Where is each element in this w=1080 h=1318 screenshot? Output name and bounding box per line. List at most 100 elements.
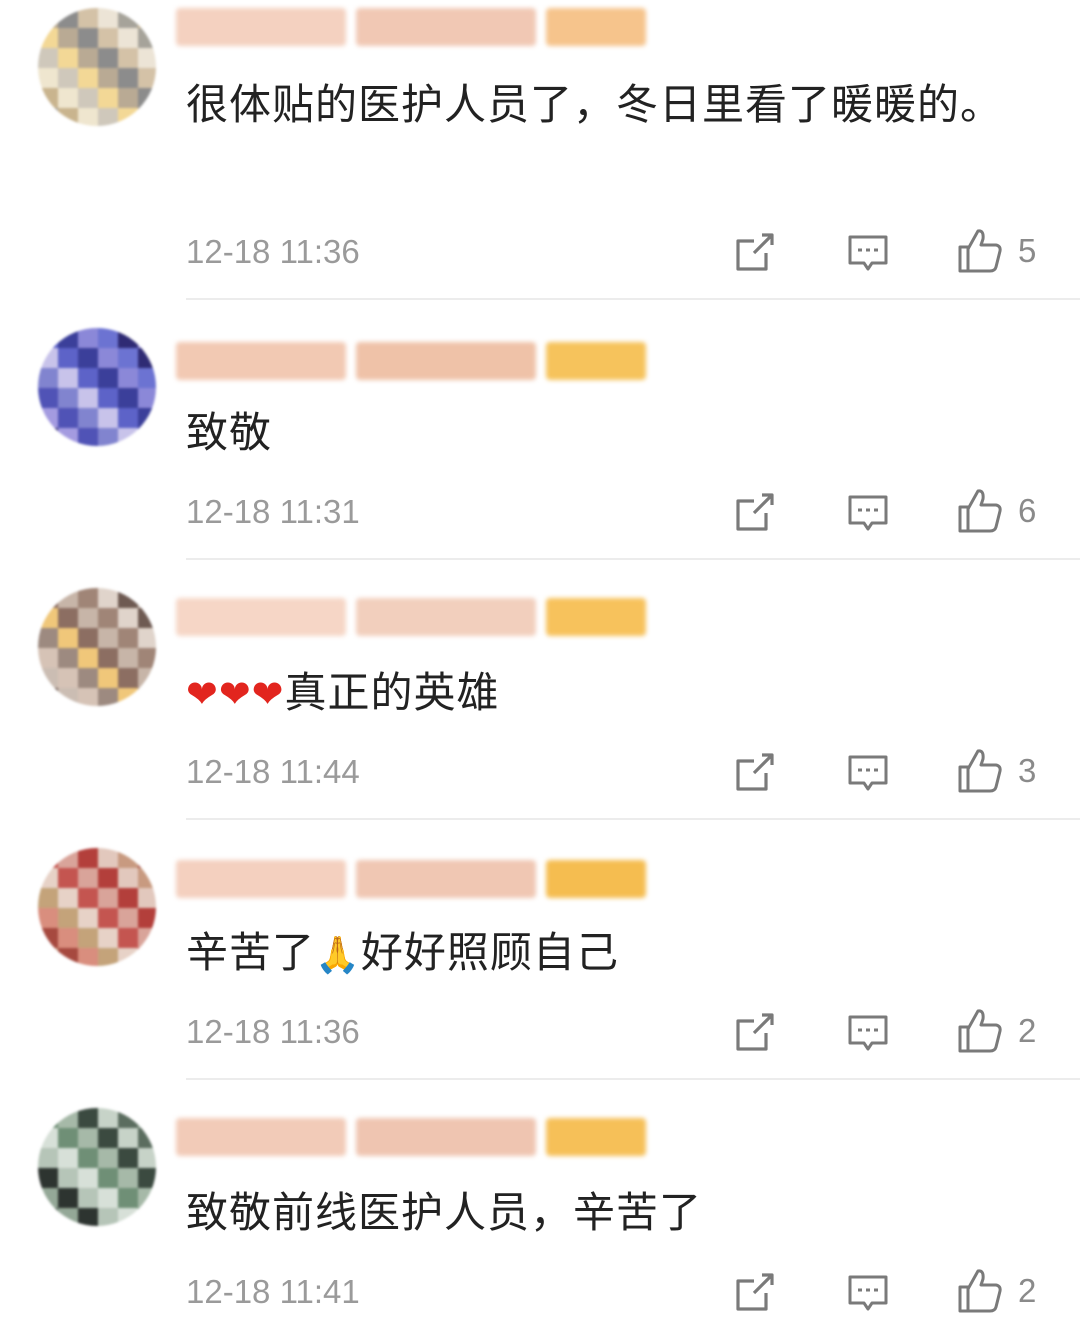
comment-icon xyxy=(846,231,890,275)
forward-button[interactable] xyxy=(732,228,776,278)
avatar-pixel xyxy=(78,848,98,868)
like-button[interactable]: 5 xyxy=(956,226,1036,276)
username-blurred[interactable] xyxy=(176,340,646,382)
avatar-pixel xyxy=(38,608,58,628)
avatar-pixel xyxy=(138,1128,156,1148)
avatar-pixel xyxy=(78,1128,98,1148)
avatar[interactable] xyxy=(38,328,156,446)
avatar-pixel xyxy=(78,888,98,908)
avatar-pixel xyxy=(118,688,138,706)
avatar-pixel xyxy=(138,428,156,446)
forward-button[interactable] xyxy=(732,1008,776,1058)
avatar-pixel xyxy=(118,948,138,966)
avatar[interactable] xyxy=(38,588,156,706)
avatar-pixel xyxy=(78,68,98,88)
avatar-pixel xyxy=(118,1188,138,1208)
avatar-pixel xyxy=(138,8,156,28)
avatar-pixel xyxy=(38,1148,58,1168)
avatar-pixel xyxy=(58,628,78,648)
reply-button[interactable] xyxy=(846,748,890,798)
avatar-pixel xyxy=(98,428,118,446)
comment-text: 辛苦了🙏好好照顾自己 xyxy=(186,920,1026,989)
avatar-pixel xyxy=(38,848,58,868)
avatar-pixel xyxy=(58,328,78,348)
comment-icon xyxy=(846,1011,890,1055)
user-badge xyxy=(546,860,646,898)
avatar-pixel xyxy=(78,688,98,706)
comment-text: 致敬 xyxy=(186,408,273,457)
like-count: 3 xyxy=(1018,752,1037,789)
divider xyxy=(186,558,1080,560)
forward-icon xyxy=(732,751,776,795)
avatar-pixel xyxy=(78,1168,98,1188)
avatar-pixel xyxy=(78,668,98,688)
like-button[interactable]: 2 xyxy=(956,1266,1036,1316)
avatar-pixel xyxy=(58,88,78,108)
avatar-pixel xyxy=(78,608,98,628)
reply-button[interactable] xyxy=(846,1268,890,1318)
avatar-pixel xyxy=(38,628,58,648)
avatar-pixel xyxy=(78,908,98,928)
reply-button[interactable] xyxy=(846,488,890,538)
forward-button[interactable] xyxy=(732,748,776,798)
username-blurred[interactable] xyxy=(176,6,646,48)
avatar-pixel xyxy=(118,608,138,628)
avatar-pixel xyxy=(98,608,118,628)
avatar-pixel xyxy=(78,868,98,888)
avatar-pixel xyxy=(58,848,78,868)
avatar-pixel xyxy=(98,848,118,868)
avatar-pixel xyxy=(98,648,118,668)
like-button[interactable]: 3 xyxy=(956,746,1036,796)
avatar-pixel xyxy=(138,348,156,368)
username-blurred[interactable] xyxy=(176,858,646,900)
avatar[interactable] xyxy=(38,8,156,126)
forward-button[interactable] xyxy=(732,1268,776,1318)
avatar-pixel xyxy=(78,1188,98,1208)
forward-button[interactable] xyxy=(732,488,776,538)
avatar-pixel xyxy=(78,48,98,68)
comment-text: 致敬前线医护人员，辛苦了 xyxy=(186,1188,703,1237)
avatar-pixel xyxy=(78,648,98,668)
avatar[interactable] xyxy=(38,848,156,966)
forward-icon xyxy=(732,1271,776,1315)
avatar-pixel xyxy=(58,108,78,126)
avatar-pixel xyxy=(98,68,118,88)
avatar-pixel xyxy=(118,1148,138,1168)
comment-time: 12-18 11:36 xyxy=(186,1013,360,1050)
pray-emoji: 🙏 xyxy=(315,935,361,976)
comment-time: 12-18 11:41 xyxy=(186,1273,360,1310)
like-button[interactable]: 2 xyxy=(956,1006,1036,1056)
avatar-pixel xyxy=(138,68,156,88)
username-blurred[interactable] xyxy=(176,1116,646,1158)
avatar-pixel xyxy=(38,88,58,108)
avatar-pixel xyxy=(138,108,156,126)
username-block xyxy=(356,8,536,46)
avatar-pixel xyxy=(138,28,156,48)
avatar-pixel xyxy=(78,8,98,28)
reply-button[interactable] xyxy=(846,228,890,278)
like-count: 2 xyxy=(1018,1272,1037,1309)
avatar-pixel xyxy=(38,408,58,428)
avatar-pixel xyxy=(38,388,58,408)
avatar[interactable] xyxy=(38,1108,156,1226)
reply-button[interactable] xyxy=(846,1008,890,1058)
avatar-pixel xyxy=(38,28,58,48)
avatar-pixel xyxy=(138,368,156,388)
avatar-pixel xyxy=(98,1188,118,1208)
avatar-pixel xyxy=(138,628,156,648)
avatar-pixel xyxy=(98,28,118,48)
comment-icon xyxy=(846,1271,890,1315)
like-count: 2 xyxy=(1018,1012,1037,1049)
like-button[interactable]: 6 xyxy=(956,486,1036,536)
avatar-pixel xyxy=(118,68,138,88)
avatar-pixel xyxy=(38,868,58,888)
avatar-pixel xyxy=(58,868,78,888)
avatar-pixel xyxy=(58,28,78,48)
avatar-pixel xyxy=(58,1108,78,1128)
username-blurred[interactable] xyxy=(176,596,646,638)
avatar-pixel xyxy=(38,888,58,908)
comment-icon xyxy=(846,491,890,535)
user-badge xyxy=(546,8,646,46)
avatar-pixel xyxy=(58,688,78,706)
avatar-pixel xyxy=(38,948,58,966)
